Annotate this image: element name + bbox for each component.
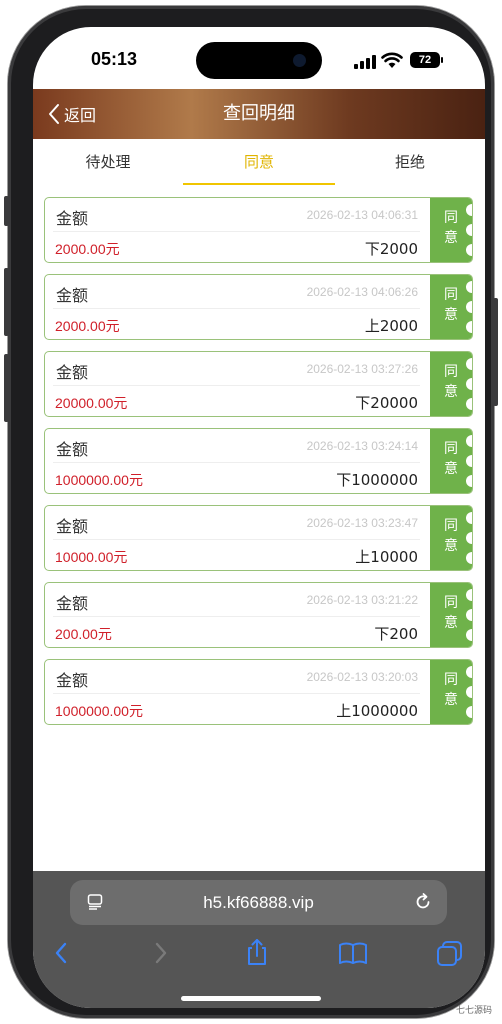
record-time: 2026-02-13 03:23:47	[306, 516, 418, 530]
amount-value: 1000000.00元	[55, 472, 143, 488]
status-stamp: 同意	[430, 198, 472, 262]
record-note: 上10000	[355, 548, 418, 566]
book-icon[interactable]	[336, 936, 370, 970]
action-button	[4, 196, 9, 226]
status-text: 同意	[444, 518, 458, 554]
record-card[interactable]: 金额 2026-02-13 04:06:26 2000.00元 上2000 同意	[44, 274, 473, 340]
tab-pending[interactable]: 待处理	[33, 139, 183, 187]
record-note: 下200	[374, 625, 418, 643]
cellular-signal-icon	[354, 55, 376, 69]
amount-label: 金额	[56, 517, 89, 536]
status-text: 同意	[444, 210, 458, 246]
volume-down-button	[4, 354, 9, 422]
divider	[53, 462, 420, 463]
status-stamp: 同意	[430, 583, 472, 647]
record-card[interactable]: 金额 2026-02-13 03:21:22 200.00元 下200 同意	[44, 582, 473, 648]
amount-value: 20000.00元	[55, 395, 128, 411]
record-note: 下1000000	[336, 471, 418, 489]
status-stamp: 同意	[430, 275, 472, 339]
tabs-icon[interactable]	[433, 936, 467, 970]
record-note: 下2000	[364, 240, 418, 258]
page-title: 查回明细	[223, 103, 295, 124]
volume-up-button	[4, 268, 9, 336]
status-text: 同意	[444, 672, 458, 708]
divider	[53, 308, 420, 309]
amount-label: 金额	[56, 286, 89, 305]
amount-label: 金额	[56, 363, 89, 382]
divider	[53, 385, 420, 386]
record-card[interactable]: 金额 2026-02-13 04:06:31 2000.00元 下2000 同意	[44, 197, 473, 263]
power-button	[493, 298, 498, 406]
status-text: 同意	[444, 441, 458, 477]
amount-value: 2000.00元	[55, 318, 120, 334]
status-text: 同意	[444, 364, 458, 400]
amount-value: 2000.00元	[55, 241, 120, 257]
watermark: 七七源码	[455, 1006, 492, 1016]
tab-bar: 待处理 同意 拒绝	[33, 139, 485, 187]
record-note: 上1000000	[336, 702, 418, 720]
record-time: 2026-02-13 04:06:31	[306, 208, 418, 222]
phone-frame: 05:13 72 返回 查回明细 待处理 同意 拒绝 金额 2026-02-13…	[4, 6, 498, 1018]
record-card[interactable]: 金额 2026-02-13 03:23:47 10000.00元 上10000 …	[44, 505, 473, 571]
record-card[interactable]: 金额 2026-02-13 03:20:03 1000000.00元 上1000…	[44, 659, 473, 725]
status-time: 05:13	[91, 49, 138, 69]
amount-label: 金额	[56, 671, 89, 690]
amount-value: 200.00元	[55, 626, 112, 642]
amount-value: 10000.00元	[55, 549, 128, 565]
browser-toolbar: h5.kf66888.vip	[33, 871, 485, 1008]
record-time: 2026-02-13 03:27:26	[306, 362, 418, 376]
status-text: 同意	[444, 595, 458, 631]
home-indicator[interactable]	[181, 996, 321, 1001]
chevron-left-icon[interactable]	[45, 936, 79, 970]
dynamic-island	[196, 42, 322, 79]
amount-label: 金额	[56, 209, 89, 228]
tab-rejected[interactable]: 拒绝	[335, 139, 485, 187]
nav-bar: 返回 查回明细	[33, 89, 485, 139]
amount-label: 金额	[56, 594, 89, 613]
record-note: 上2000	[364, 317, 418, 335]
status-stamp: 同意	[430, 352, 472, 416]
divider	[53, 616, 420, 617]
record-time: 2026-02-13 04:06:26	[306, 285, 418, 299]
tab-approved[interactable]: 同意	[183, 139, 335, 187]
wifi-icon	[381, 52, 403, 68]
divider	[53, 693, 420, 694]
record-time: 2026-02-13 03:20:03	[306, 670, 418, 684]
address-bar[interactable]: h5.kf66888.vip	[70, 880, 447, 925]
battery-indicator: 72	[410, 52, 443, 68]
record-note: 下20000	[355, 394, 418, 412]
amount-value: 1000000.00元	[55, 703, 143, 719]
record-time: 2026-02-13 03:21:22	[306, 593, 418, 607]
status-stamp: 同意	[430, 506, 472, 570]
url-text: h5.kf66888.vip	[203, 893, 314, 912]
amount-label: 金额	[56, 440, 89, 459]
status-stamp: 同意	[430, 429, 472, 493]
reload-icon[interactable]	[413, 892, 433, 912]
chevron-right-icon[interactable]	[143, 936, 177, 970]
status-stamp: 同意	[430, 660, 472, 724]
record-card[interactable]: 金额 2026-02-13 03:27:26 20000.00元 下20000 …	[44, 351, 473, 417]
divider	[53, 231, 420, 232]
status-text: 同意	[444, 287, 458, 323]
screen: 05:13 72 返回 查回明细 待处理 同意 拒绝 金额 2026-02-13…	[33, 27, 485, 1008]
share-icon[interactable]	[240, 936, 274, 970]
divider	[53, 539, 420, 540]
record-time: 2026-02-13 03:24:14	[306, 439, 418, 453]
record-card[interactable]: 金额 2026-02-13 03:24:14 1000000.00元 下1000…	[44, 428, 473, 494]
active-tab-indicator	[183, 183, 335, 185]
